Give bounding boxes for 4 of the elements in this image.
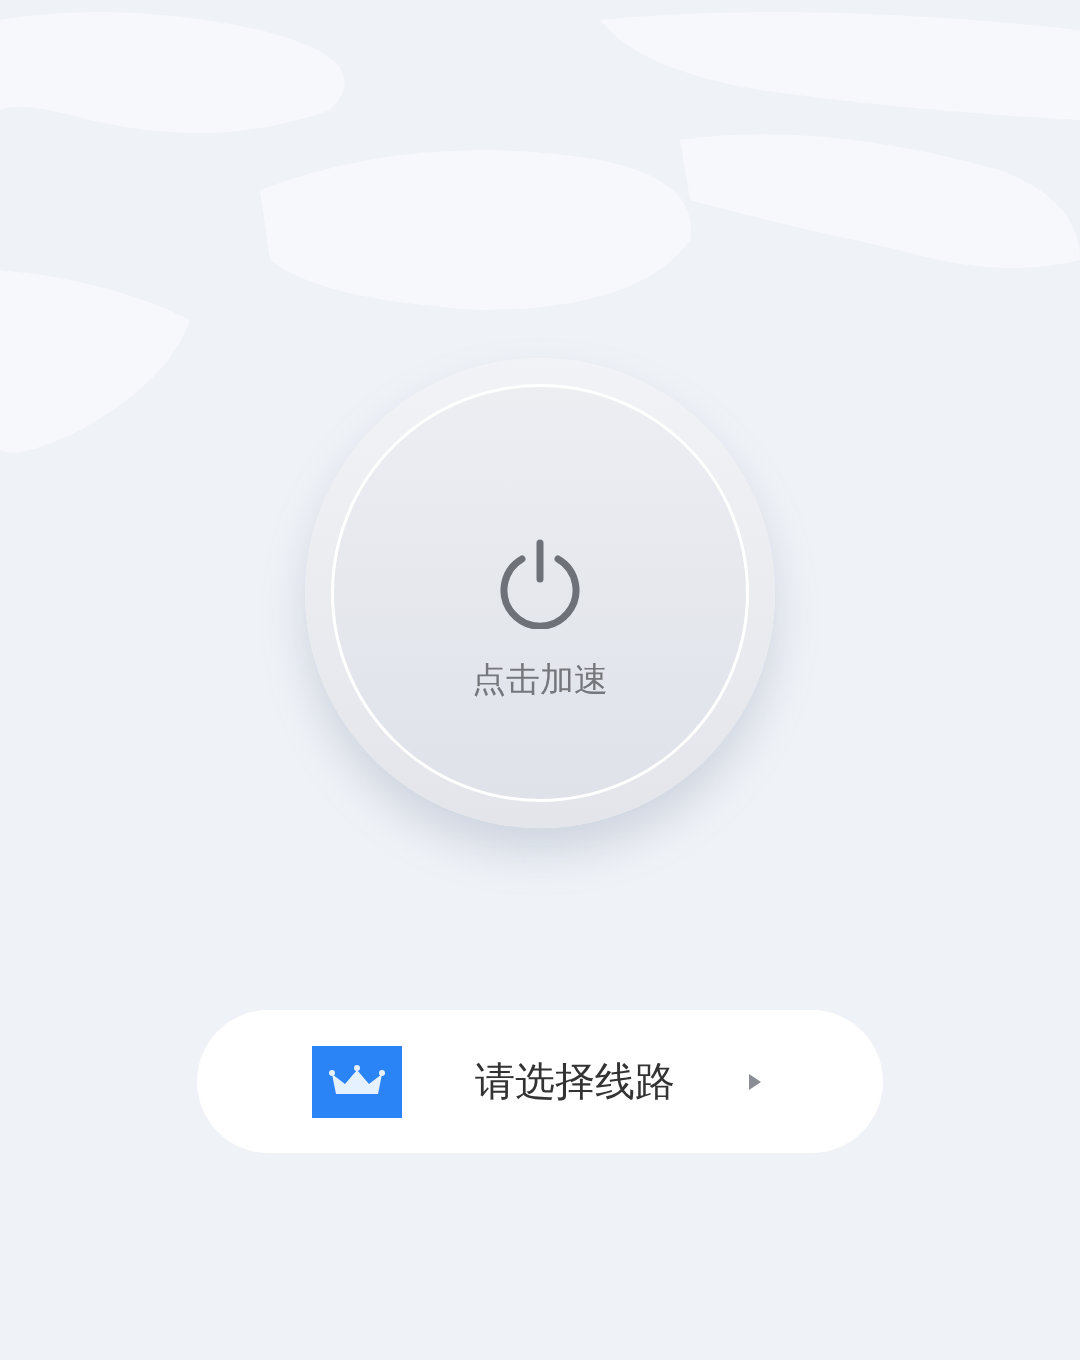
caret-icon xyxy=(749,1073,761,1090)
route-selector[interactable]: 请选择线路 xyxy=(197,1010,883,1153)
power-button[interactable]: 点击加速 xyxy=(305,358,775,828)
crown-icon xyxy=(312,1045,402,1118)
